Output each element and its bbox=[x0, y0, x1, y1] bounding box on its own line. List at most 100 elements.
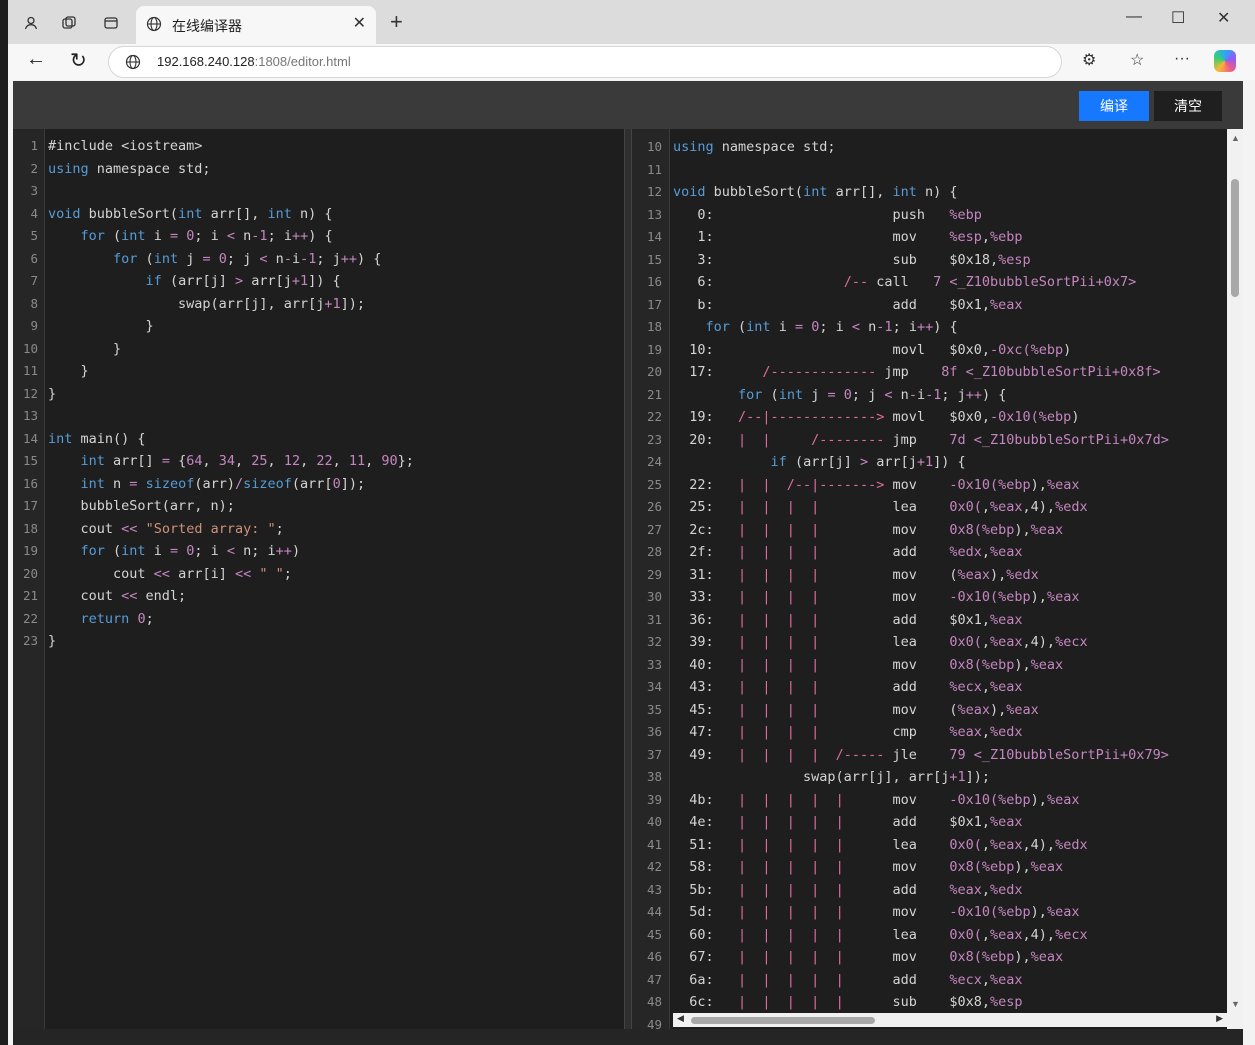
code-token: main() { bbox=[72, 430, 146, 447]
code-line[interactable]: 17: /------------- jmp 8f <_Z10bubbleSor… bbox=[673, 361, 1169, 384]
code-line[interactable]: 20: | | /-------- jmp 7d <_Z10bubbleSort… bbox=[673, 429, 1169, 452]
code-line[interactable]: using namespace std; bbox=[673, 136, 1169, 159]
code-line[interactable]: 5d: | | | | | mov -0x10(%ebp),%eax bbox=[673, 901, 1169, 924]
code-line[interactable]: 33: | | | | mov -0x10(%ebp),%eax bbox=[673, 586, 1169, 609]
code-line[interactable]: cout << arr[i] << " "; bbox=[48, 563, 414, 586]
code-line[interactable]: 40: | | | | mov 0x8(%ebp),%eax bbox=[673, 654, 1169, 677]
code-line[interactable]: 47: | | | | cmp %eax,%edx bbox=[673, 721, 1169, 744]
code-line[interactable]: 19: /--|-------------> movl $0x0,-0x10(%… bbox=[673, 406, 1169, 429]
code-line[interactable]: if (arr[j] > arr[j+1]) { bbox=[673, 451, 1169, 474]
horizontal-scroll-thumb[interactable] bbox=[691, 1017, 875, 1024]
code-line[interactable]: using namespace std; bbox=[48, 158, 414, 181]
url-field[interactable]: 192.168.240.128:1808/editor.html bbox=[108, 46, 1062, 78]
code-line[interactable]: } bbox=[48, 383, 414, 406]
code-line[interactable]: for (int i = 0; i < n-1; i++) { bbox=[48, 225, 414, 248]
code-line[interactable]: 4e: | | | | | add $0x1,%eax bbox=[673, 811, 1169, 834]
profile-icon[interactable] bbox=[18, 10, 44, 36]
code-line[interactable]: b: add $0x1,%eax bbox=[673, 294, 1169, 317]
extensions-icon[interactable]: ⚙ bbox=[1082, 50, 1096, 70]
workspaces-icon[interactable] bbox=[56, 10, 82, 36]
code-line[interactable]: for (int i = 0; i < n-1; i++) { bbox=[673, 316, 1169, 339]
copilot-icon[interactable] bbox=[1214, 50, 1236, 72]
favorites-icon[interactable]: ☆ bbox=[1130, 50, 1144, 70]
code-line[interactable]: 4b: | | | | | mov -0x10(%ebp),%eax bbox=[673, 789, 1169, 812]
scroll-down-icon[interactable]: ▼ bbox=[1231, 999, 1240, 1009]
source-editor[interactable]: 1 2 3 4 5 6 7 8 9 10 11 12 13 14 15 16 17 18 19 20 21 22 23 #i… bbox=[13, 129, 624, 1029]
line-number: 41 bbox=[646, 836, 662, 852]
minimize-icon[interactable]: — bbox=[1126, 8, 1142, 26]
code-line[interactable]: 60: | | | | | lea 0x0(,%eax,4),%ecx bbox=[673, 924, 1169, 947]
code-line[interactable]: } bbox=[48, 630, 414, 653]
close-tab-icon[interactable]: ✕ bbox=[353, 13, 366, 33]
code-line[interactable]: #include <iostream> bbox=[48, 135, 414, 158]
maximize-icon[interactable]: ☐ bbox=[1171, 8, 1185, 28]
code-line[interactable]: 0: push %ebp bbox=[673, 204, 1169, 227]
code-line[interactable]: if (arr[j] > arr[j+1]) { bbox=[48, 270, 414, 293]
code-line[interactable] bbox=[48, 405, 414, 428]
code-line[interactable]: swap(arr[j], arr[j+1]); bbox=[48, 293, 414, 316]
site-info-icon[interactable] bbox=[125, 54, 141, 75]
code-line[interactable]: 45: | | | | mov (%eax),%eax bbox=[673, 699, 1169, 722]
refresh-icon[interactable]: ↻ bbox=[70, 48, 87, 73]
source-code[interactable]: #include <iostream> using namespace std; v… bbox=[48, 135, 414, 653]
back-arrow-icon[interactable]: ← bbox=[26, 48, 46, 71]
code-line[interactable]: int n = sizeof(arr)/sizeof(arr[0]); bbox=[48, 473, 414, 496]
code-line[interactable]: cout << endl; bbox=[48, 585, 414, 608]
code-line[interactable]: for (int j = 0; j < n-i-1; j++) { bbox=[48, 248, 414, 271]
tab-actions-icon[interactable] bbox=[98, 10, 124, 36]
code-line[interactable]: } bbox=[48, 315, 414, 338]
code-line[interactable]: } bbox=[48, 360, 414, 383]
code-token: mov bbox=[884, 791, 950, 808]
vertical-scroll-thumb[interactable] bbox=[1231, 179, 1239, 297]
code-line[interactable]: 2f: | | | | add %edx,%eax bbox=[673, 541, 1169, 564]
code-line[interactable]: 10: movl $0x0,-0xc(%ebp) bbox=[673, 339, 1169, 362]
code-line[interactable]: 22: | | /--|-------> mov -0x10(%ebp),%ea… bbox=[673, 474, 1169, 497]
scroll-right-icon[interactable]: ▶ bbox=[1216, 1013, 1223, 1024]
tab-active[interactable]: 在线编译器 ✕ bbox=[136, 6, 376, 44]
code-line[interactable]: 67: | | | | | mov 0x8(%ebp),%eax bbox=[673, 946, 1169, 969]
scroll-left-icon[interactable]: ◀ bbox=[677, 1013, 684, 1024]
code-line[interactable]: void bubbleSort(int arr[], int n) { bbox=[673, 181, 1169, 204]
code-line[interactable]: } bbox=[48, 338, 414, 361]
pane-splitter[interactable] bbox=[624, 129, 632, 1029]
code-line[interactable] bbox=[673, 159, 1169, 182]
vertical-scrollbar[interactable]: ▲ ▼ bbox=[1227, 129, 1243, 1029]
clear-button[interactable]: 清空 bbox=[1154, 91, 1222, 121]
code-line[interactable]: 6: /-- call 7 <_Z10bubbleSortPii+0x7> bbox=[673, 271, 1169, 294]
disassembly-view[interactable]: 10 11 12 13 14 15 16 17 18 19 20 21 22 23 24 25 26 27 28 29… bbox=[632, 129, 1243, 1032]
code-token: %ebp bbox=[981, 949, 1015, 965]
code-line[interactable]: 51: | | | | | lea 0x0(,%eax,4),%edx bbox=[673, 834, 1169, 857]
code-line[interactable]: 1: mov %esp,%ebp bbox=[673, 226, 1169, 249]
code-line[interactable]: 6a: | | | | | add %ecx,%eax bbox=[673, 969, 1169, 992]
more-menu-icon[interactable]: ··· bbox=[1174, 50, 1190, 68]
code-line[interactable]: bubbleSort(arr, n); bbox=[48, 495, 414, 518]
code-line[interactable] bbox=[48, 180, 414, 203]
code-line[interactable]: cout << "Sorted array: "; bbox=[48, 518, 414, 541]
close-window-icon[interactable]: ✕ bbox=[1217, 8, 1230, 28]
code-line[interactable]: 36: | | | | add $0x1,%eax bbox=[673, 609, 1169, 632]
code-line[interactable]: 3: sub $0x18,%esp bbox=[673, 249, 1169, 272]
disasm-code[interactable]: using namespace std; void bubbleSort(int … bbox=[673, 136, 1169, 1036]
code-line[interactable]: return 0; bbox=[48, 608, 414, 631]
code-line[interactable]: 58: | | | | | mov 0x8(%ebp),%eax bbox=[673, 856, 1169, 879]
code-token: %eax bbox=[957, 566, 991, 583]
code-line[interactable]: 43: | | | | add %ecx,%eax bbox=[673, 676, 1169, 699]
code-line[interactable]: 6c: | | | | | sub $0x8,%esp bbox=[673, 991, 1169, 1014]
code-line[interactable]: int main() { bbox=[48, 428, 414, 451]
compile-button[interactable]: 编译 bbox=[1079, 91, 1149, 121]
code-line[interactable]: 39: | | | | lea 0x0(,%eax,4),%ecx bbox=[673, 631, 1169, 654]
code-line[interactable]: 25: | | | | lea 0x0(,%eax,4),%edx bbox=[673, 496, 1169, 519]
new-tab-button[interactable]: + bbox=[390, 9, 403, 35]
code-line[interactable]: swap(arr[j], arr[j+1]); bbox=[673, 766, 1169, 789]
code-line[interactable]: int arr[] = {64, 34, 25, 12, 22, 11, 90}… bbox=[48, 450, 414, 473]
code-line[interactable]: 2c: | | | | mov 0x8(%ebp),%eax bbox=[673, 519, 1169, 542]
code-line[interactable]: 31: | | | | mov (%eax),%edx bbox=[673, 564, 1169, 587]
code-line[interactable]: 5b: | | | | | add %eax,%edx bbox=[673, 879, 1169, 902]
scroll-up-icon[interactable]: ▲ bbox=[1231, 133, 1240, 143]
code-line[interactable]: for (int j = 0; j < n-i-1; j++) { bbox=[673, 384, 1169, 407]
code-line[interactable]: 49: | | | | /----- jle 79 <_Z10bubbleSor… bbox=[673, 744, 1169, 767]
code-line[interactable]: void bubbleSort(int arr[], int n) { bbox=[48, 203, 414, 226]
code-line[interactable]: for (int i = 0; i < n; i++) bbox=[48, 540, 414, 563]
horizontal-scrollbar[interactable]: ◀ ▶ bbox=[673, 1013, 1227, 1027]
